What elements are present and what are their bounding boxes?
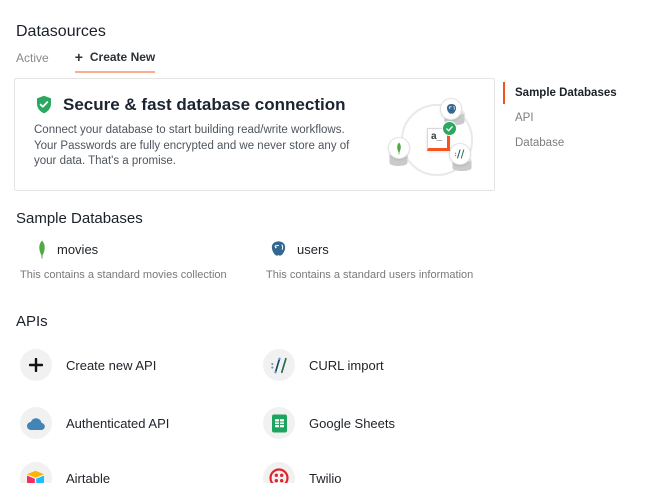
database-cylinder — [443, 109, 466, 126]
nav-item-database[interactable]: Database — [503, 132, 648, 154]
mongodb-icon — [395, 142, 403, 155]
db-name: users — [297, 242, 329, 257]
api-item-label: Twilio — [309, 471, 342, 483]
page-title: Datasources — [16, 23, 106, 41]
mongodb-icon — [36, 240, 48, 259]
curl-badge — [449, 143, 471, 165]
shield-check-icon — [34, 95, 54, 115]
curl-icon — [263, 349, 295, 381]
api-item-label: Airtable — [66, 471, 110, 483]
nav-item-label: Database — [515, 137, 564, 149]
db-card-header: users — [266, 238, 473, 260]
api-item-label: Create new API — [66, 358, 156, 373]
illustration-ring — [401, 104, 473, 176]
cloud-icon — [20, 407, 52, 439]
apis-section-title: APIs — [16, 313, 48, 330]
postgresql-icon — [269, 240, 288, 259]
db-card-header: movies — [20, 238, 227, 260]
tab-bar: Active + Create New — [16, 50, 155, 73]
api-item-label: Authenticated API — [66, 416, 169, 431]
api-item-curl-import[interactable]: CURL import — [263, 349, 384, 381]
tab-active-label: Active — [16, 51, 49, 65]
airtable-icon — [20, 462, 52, 483]
api-item-label: Google Sheets — [309, 416, 395, 431]
sample-db-card-users[interactable]: users This contains a standard users inf… — [266, 238, 473, 281]
plus-icon — [20, 349, 52, 381]
database-cylinder — [388, 151, 409, 167]
nav-item-api[interactable]: API — [503, 107, 648, 129]
twilio-icon — [263, 462, 295, 483]
banner-header: Secure & fast database connection — [34, 95, 345, 115]
nav-item-label: API — [515, 112, 534, 124]
tab-create-new-label: Create New — [90, 50, 155, 64]
api-item-create-new[interactable]: Create new API — [20, 349, 156, 381]
api-item-airtable[interactable]: Airtable — [20, 462, 110, 483]
postgresql-badge — [440, 98, 462, 120]
db-name: movies — [57, 242, 98, 257]
sample-databases-section-title: Sample Databases — [16, 210, 143, 227]
banner-title: Secure & fast database connection — [63, 95, 345, 115]
tab-create-new[interactable]: + Create New — [75, 50, 156, 73]
postgresql-icon — [445, 103, 458, 116]
api-item-google-sheets[interactable]: Google Sheets — [263, 407, 395, 439]
nav-item-sample-databases[interactable]: Sample Databases — [503, 82, 648, 104]
plus-icon: + — [75, 52, 83, 62]
db-description: This contains a standard users informati… — [266, 269, 473, 281]
nav-item-label: Sample Databases — [515, 87, 617, 99]
api-item-twilio[interactable]: Twilio — [263, 462, 342, 483]
appsmith-logo: a_ — [427, 128, 450, 151]
secure-connection-banner: Secure & fast database connection Connec… — [14, 78, 495, 191]
tab-active[interactable]: Active — [16, 50, 49, 73]
banner-description: Connect your database to start building … — [34, 123, 364, 170]
google-sheets-icon — [263, 407, 295, 439]
db-description: This contains a standard movies collecti… — [20, 269, 227, 281]
database-cylinder — [451, 157, 473, 172]
check-badge-icon — [442, 121, 457, 136]
mongodb-badge — [388, 137, 410, 159]
section-nav: Sample Databases API Database — [503, 82, 648, 157]
api-item-label: CURL import — [309, 358, 384, 373]
datasources-page: Datasources Active + Create New Secure &… — [0, 0, 650, 483]
curl-icon — [454, 148, 466, 160]
api-item-authenticated-api[interactable]: Authenticated API — [20, 407, 169, 439]
sample-db-card-movies[interactable]: movies This contains a standard movies c… — [20, 238, 227, 281]
